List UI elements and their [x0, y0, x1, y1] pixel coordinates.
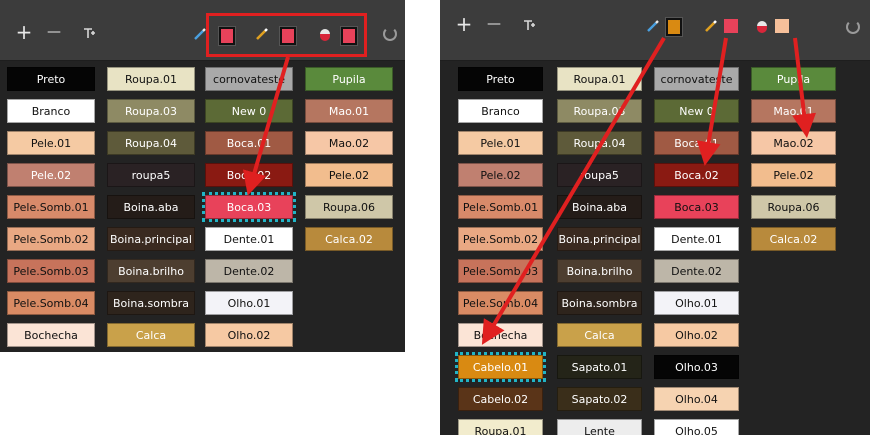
arrow-to-boca03-right — [696, 37, 728, 166]
arrow-to-pele02 — [792, 37, 817, 138]
annotation-arrows — [242, 36, 817, 345]
arrow-to-cabelo01 — [481, 36, 666, 345]
arrow-to-boca03 — [242, 56, 290, 196]
